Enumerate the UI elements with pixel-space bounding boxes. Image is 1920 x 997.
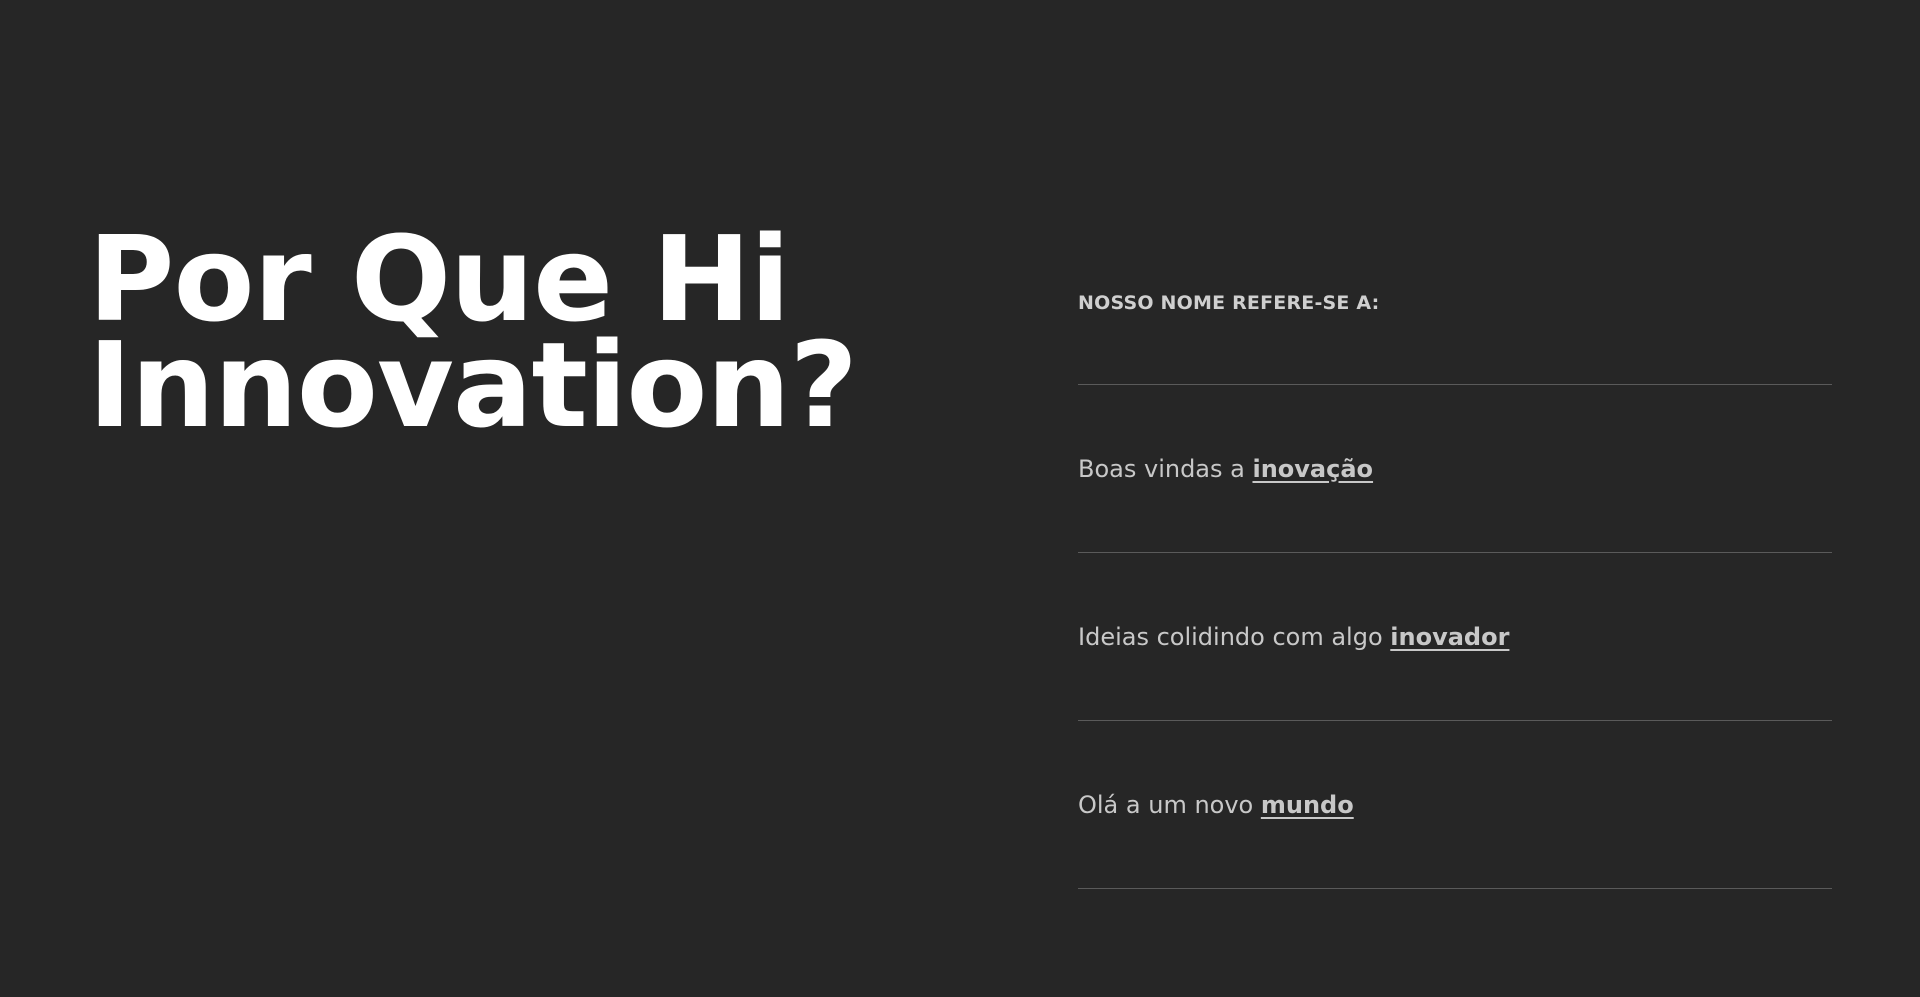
inovador-link[interactable]: inovador <box>1390 623 1509 651</box>
list-item: Boas vindas a inovação <box>1078 385 1832 553</box>
list-item: Olá a um novo mundo <box>1078 721 1832 889</box>
mundo-link[interactable]: mundo <box>1261 791 1354 819</box>
list-item-prefix: Olá a um novo <box>1078 790 1261 819</box>
name-meaning-heading: NOSSO NOME REFERE-SE A: <box>1078 292 1380 314</box>
name-meaning-list: NOSSO NOME REFERE-SE A: Boas vindas a in… <box>1078 270 1832 889</box>
list-item-prefix: Boas vindas a <box>1078 454 1253 483</box>
page-title-line-2: Innovation? <box>88 316 858 454</box>
page: Por Que Hi Innovation? NOSSO NOME REFERE… <box>0 0 1920 997</box>
list-item: Ideias colidindo com algo inovador <box>1078 553 1832 721</box>
inovacao-link[interactable]: inovação <box>1252 455 1373 483</box>
list-item-prefix: Ideias colidindo com algo <box>1078 622 1391 651</box>
list-item-text: Boas vindas a inovação <box>1078 455 1373 483</box>
name-meaning-heading-row: NOSSO NOME REFERE-SE A: <box>1078 270 1832 385</box>
list-item-text: Olá a um novo mundo <box>1078 791 1354 819</box>
list-item-text: Ideias colidindo com algo inovador <box>1078 623 1509 651</box>
page-title: Por Que Hi Innovation? <box>88 220 948 454</box>
